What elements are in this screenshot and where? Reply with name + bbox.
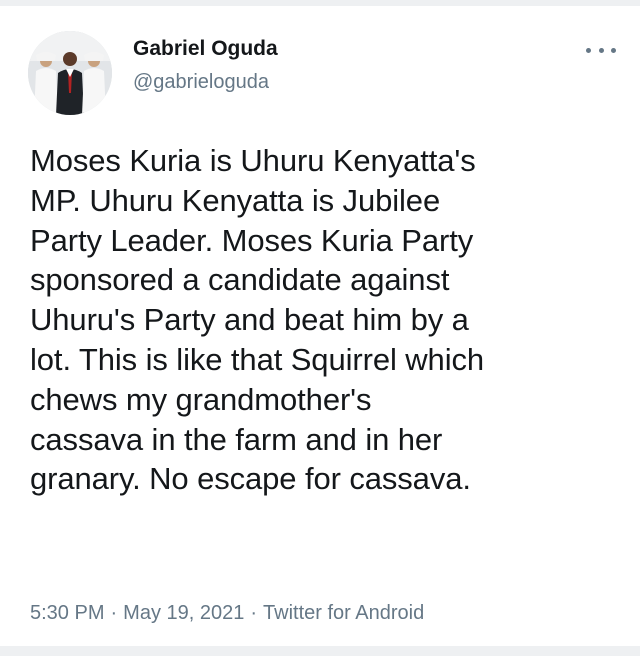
tweet-time[interactable]: 5:30 PM: [30, 602, 104, 624]
author-avatar[interactable]: [28, 31, 112, 115]
tweet-date[interactable]: May 19, 2021: [123, 602, 244, 624]
more-horizontal-icon: [611, 47, 616, 53]
tweet-card: Gabriel Oguda @gabrieloguda Moses Kuria …: [0, 6, 640, 646]
author-name[interactable]: Gabriel Oguda: [133, 37, 278, 61]
more-options-button[interactable]: [586, 42, 616, 58]
meta-separator: ·: [110, 602, 118, 624]
tweet-source-link[interactable]: Twitter for Android: [263, 602, 424, 624]
more-horizontal-icon: [598, 47, 604, 53]
more-horizontal-icon: [586, 47, 591, 53]
author-handle[interactable]: @gabrieloguda: [133, 71, 269, 94]
tweet-text: Moses Kuria is Uhuru Kenyatta's MP. Uhur…: [30, 143, 485, 497]
tweet-meta: 5:30 PM · May 19, 2021 · Twitter for Android: [30, 602, 424, 625]
profile-photo-icon: [28, 31, 112, 115]
meta-separator: ·: [250, 602, 258, 624]
bottom-divider: [0, 646, 640, 656]
